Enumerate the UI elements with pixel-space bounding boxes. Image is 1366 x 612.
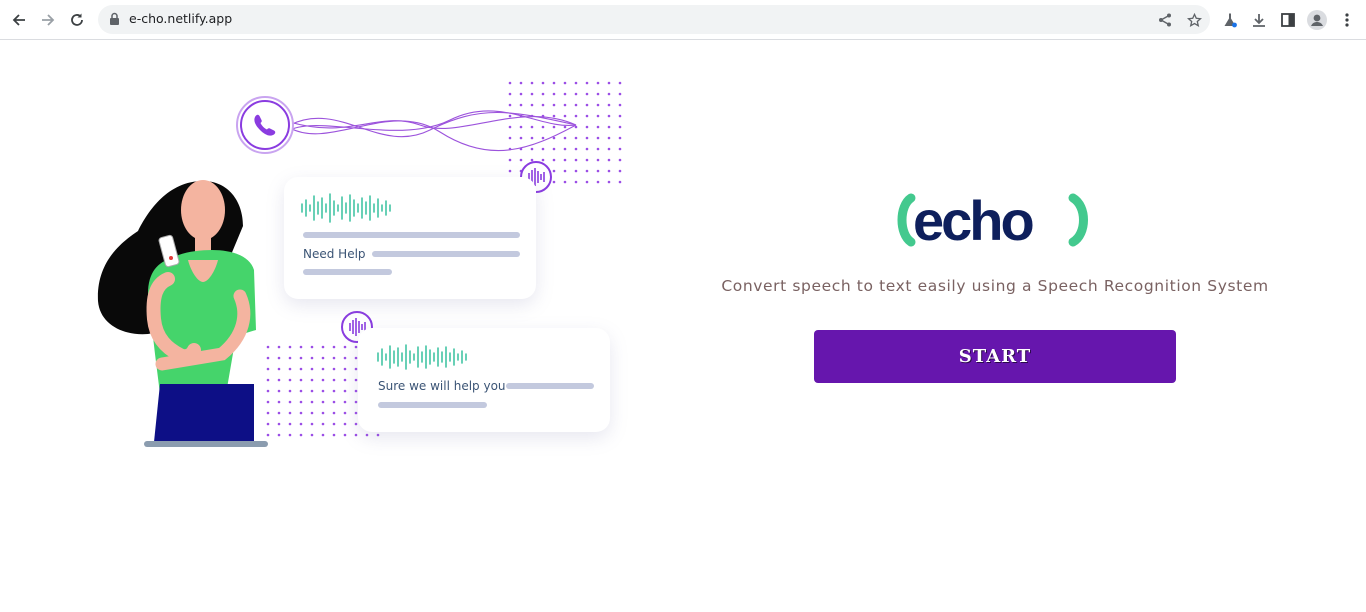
woman-figure [97, 180, 268, 447]
text-line-placeholder [378, 402, 487, 408]
back-button[interactable] [8, 9, 30, 31]
arrow-right-icon [42, 14, 55, 26]
reload-icon [71, 13, 83, 26]
waveform-icon [301, 193, 391, 223]
chat-bubble-need-help: Need Help [284, 177, 536, 299]
profile-avatar-icon [1307, 10, 1327, 30]
text-line-placeholder [303, 232, 520, 238]
chat-bubble-reply: Sure we will help you [358, 328, 610, 432]
bookmark-button[interactable] [1185, 11, 1203, 29]
address-bar[interactable]: e-cho.netlify.app [98, 5, 1210, 34]
echo-logo: echo [897, 190, 1088, 250]
forward-button[interactable] [37, 9, 59, 31]
url-text: e-cho.netlify.app [129, 11, 233, 26]
reload-button[interactable] [66, 9, 88, 31]
text-line-placeholder [506, 383, 594, 389]
menu-button[interactable] [1337, 10, 1357, 30]
more-vert-icon [1345, 13, 1349, 27]
side-panel-icon [1281, 13, 1295, 27]
bubble2-tail [576, 430, 620, 448]
waveform-icon [377, 344, 467, 370]
logo-text: echo [913, 190, 1033, 250]
labs-button[interactable] [1220, 10, 1240, 30]
hero-section: echo Convert speech to text easily using… [700, 180, 1290, 410]
lock-icon [110, 12, 119, 25]
bubble2-text: Sure we will help you [378, 379, 506, 393]
start-button[interactable]: START [814, 330, 1176, 383]
text-line-placeholder [303, 269, 392, 275]
share-icon [1159, 13, 1171, 27]
start-button-label: START [958, 346, 1032, 367]
bubble1-text: Need Help [303, 247, 366, 261]
share-button[interactable] [1156, 11, 1174, 29]
side-panel-button[interactable] [1278, 10, 1298, 30]
text-line-placeholder [372, 251, 520, 257]
profile-button[interactable] [1307, 10, 1327, 30]
page-content: Need Help Sure we will help you echo Con… [0, 40, 1366, 612]
phone-call-icon [236, 96, 294, 154]
browser-toolbar: e-cho.netlify.app [0, 0, 1366, 40]
download-icon [1253, 14, 1265, 27]
arrow-left-icon [12, 14, 25, 26]
star-icon [1186, 12, 1202, 27]
tagline: Convert speech to text easily using a Sp… [721, 277, 1269, 295]
downloads-button[interactable] [1249, 10, 1269, 30]
labs-flask-icon [1224, 13, 1237, 28]
hero-illustration: Need Help Sure we will help you [90, 70, 650, 470]
